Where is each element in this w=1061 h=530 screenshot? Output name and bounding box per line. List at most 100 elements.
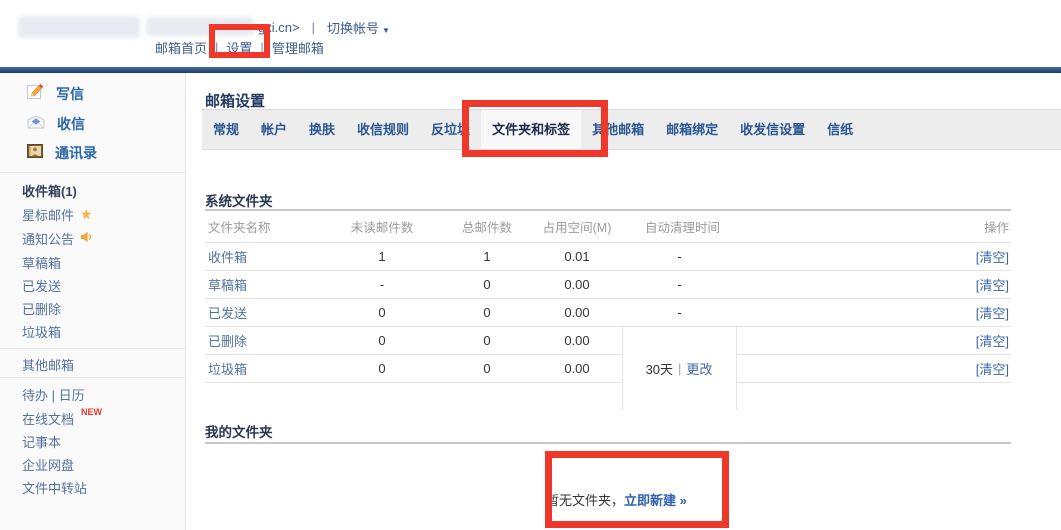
tab-account[interactable]: 帐户 (250, 110, 298, 149)
tab-anti-spam[interactable]: 反垃圾 (420, 110, 481, 149)
table-grid-line (205, 326, 1011, 327)
sidebar-item-inbox[interactable]: 收件箱(1) (22, 181, 77, 199)
new-badge: NEW (81, 407, 102, 417)
tab-send-receive[interactable]: 收发信设置 (729, 110, 816, 149)
system-folders-table: 文件夹名称 未读邮件数 总邮件数 占用空间(M) 自动清理时间 操作 收件箱 1… (205, 211, 1011, 421)
unread-count: 0 (322, 361, 442, 376)
space-used: 0.00 (532, 333, 622, 348)
tab-mail-rules[interactable]: 收信规则 (346, 110, 420, 149)
settings-tab-bar: 常规 帐户 换肤 收信规则 反垃圾 文件夹和标签 其他邮箱 邮箱绑定 收发信设置… (202, 109, 1061, 150)
tab-other-mailboxes[interactable]: 其他邮箱 (581, 110, 655, 149)
change-auto-clean-link[interactable]: 更改 (686, 359, 712, 378)
receive-mail-icon (27, 115, 45, 134)
page-title: 邮箱设置 (205, 90, 265, 111)
space-used: 0.00 (532, 305, 622, 320)
separator: | (260, 40, 263, 55)
table-grid-line (205, 298, 1011, 299)
my-folders-title: 我的文件夹 (205, 421, 273, 441)
compose-label: 写信 (56, 84, 84, 104)
email-domain-text: gxi.cn> (258, 20, 300, 35)
sidebar-item-junk[interactable]: 垃圾箱 (22, 322, 61, 340)
table-row: 垃圾箱 0 0 0.00 [清空] (205, 354, 1011, 382)
total-count: 1 (442, 249, 532, 264)
col-space-used: 占用空间(M) (532, 217, 622, 236)
tab-general[interactable]: 常规 (202, 110, 250, 149)
sidebar-item-sent[interactable]: 已发送 (22, 276, 61, 294)
auto-clean: - (622, 305, 737, 320)
create-folder-link[interactable]: 立即新建 » (624, 493, 687, 508)
system-folders-title: 系统文件夹 (205, 190, 273, 210)
contacts-icon (27, 143, 43, 164)
section-rule (205, 442, 1011, 444)
star-icon: ★ (80, 206, 93, 223)
compose-icon (27, 83, 44, 105)
sidebar-divider (0, 377, 186, 378)
account-line: gxi.cn> | 切换帐号▼ (258, 18, 390, 37)
table-grid-line (205, 270, 1011, 271)
total-count: 0 (442, 333, 532, 348)
tab-stationery[interactable]: 信纸 (816, 110, 864, 149)
tab-folders-and-labels[interactable]: 文件夹和标签 (481, 110, 581, 149)
col-folder-name: 文件夹名称 (205, 217, 322, 236)
sidebar-item-company-drive[interactable]: 企业网盘 (22, 455, 74, 473)
top-nav: 邮箱首页 | 设置 | 管理邮箱 (155, 38, 324, 57)
sidebar-item-online-docs[interactable]: 在线文档NEW (22, 409, 102, 427)
table-grid-line (736, 354, 1011, 355)
switch-account-link[interactable]: 切换帐号▼ (327, 18, 390, 37)
receive-mail-button[interactable]: 收信 (27, 112, 85, 136)
table-header-row: 文件夹名称 未读邮件数 总邮件数 占用空间(M) 自动清理时间 操作 (205, 211, 1011, 242)
sidebar-item-todo-calendar[interactable]: 待办 | 日历 (22, 385, 85, 403)
unread-count: - (322, 277, 442, 292)
table-grid-line (205, 382, 622, 383)
tab-mailbox-binding[interactable]: 邮箱绑定 (655, 110, 729, 149)
sidebar: 写信 收信 通讯录 收件箱(1) 星标邮件 ★ 通知公告 草稿箱 已发送 已删除… (0, 73, 186, 530)
clear-folder-link[interactable]: [清空] (976, 306, 1009, 321)
nav-mail-home-link[interactable]: 邮箱首页 (155, 38, 207, 57)
unread-count: 0 (322, 333, 442, 348)
tab-skin[interactable]: 换肤 (298, 110, 346, 149)
sidebar-item-starred[interactable]: 星标邮件 ★ (22, 205, 93, 223)
unread-count: 1 (322, 249, 442, 264)
col-actions: 操作 (737, 217, 1011, 236)
empty-text: 暂无文件夹， (546, 493, 624, 508)
receive-mail-label: 收信 (57, 114, 85, 134)
chevron-down-icon: ▼ (382, 26, 390, 35)
space-used: 0.00 (532, 361, 622, 376)
col-unread-count: 未读邮件数 (322, 217, 442, 236)
clear-folder-link[interactable]: [清空] (976, 362, 1009, 377)
sidebar-item-drafts[interactable]: 草稿箱 (22, 253, 61, 271)
sidebar-item-other-mailboxes[interactable]: 其他邮箱 (22, 355, 74, 373)
clear-folder-link[interactable]: [清空] (976, 278, 1009, 293)
col-total-count: 总邮件数 (442, 217, 532, 236)
redacted-logo (18, 16, 140, 38)
sidebar-item-file-transfer[interactable]: 文件中转站 (22, 478, 87, 496)
sidebar-divider (0, 172, 186, 173)
clear-folder-link[interactable]: [清空] (976, 334, 1009, 349)
table-grid-line (736, 382, 1011, 383)
table-row: 已发送 0 0 0.00 - [清空] (205, 298, 1011, 326)
merged-cell-border (736, 326, 737, 410)
compose-button[interactable]: 写信 (27, 82, 84, 106)
table-grid-line (205, 242, 1011, 243)
separator: | (215, 40, 218, 55)
total-count: 0 (442, 277, 532, 292)
top-bar: gxi.cn> | 切换帐号▼ 邮箱首页 | 设置 | 管理邮箱 (0, 0, 1061, 67)
contacts-label: 通讯录 (55, 143, 97, 163)
folder-name: 垃圾箱 (205, 359, 322, 378)
auto-clean: - (622, 249, 737, 264)
nav-settings-link[interactable]: 设置 (226, 38, 252, 57)
sidebar-item-deleted[interactable]: 已删除 (22, 299, 61, 317)
table-row: 收件箱 1 1 0.01 - [清空] (205, 242, 1011, 270)
col-auto-clean: 自动清理时间 (622, 217, 737, 236)
contacts-button[interactable]: 通讯录 (27, 141, 97, 165)
folder-name: 已删除 (205, 331, 322, 350)
table-row: 已删除 0 0 0.00 [清空] (205, 326, 1011, 354)
sidebar-item-notebook[interactable]: 记事本 (22, 432, 61, 450)
folder-name: 已发送 (205, 303, 322, 322)
auto-clean: - (622, 277, 737, 292)
space-used: 0.00 (532, 277, 622, 292)
sidebar-item-announcements[interactable]: 通知公告 (22, 229, 93, 247)
total-count: 0 (442, 361, 532, 376)
nav-manage-mail-link[interactable]: 管理邮箱 (272, 38, 324, 57)
clear-folder-link[interactable]: [清空] (976, 250, 1009, 265)
